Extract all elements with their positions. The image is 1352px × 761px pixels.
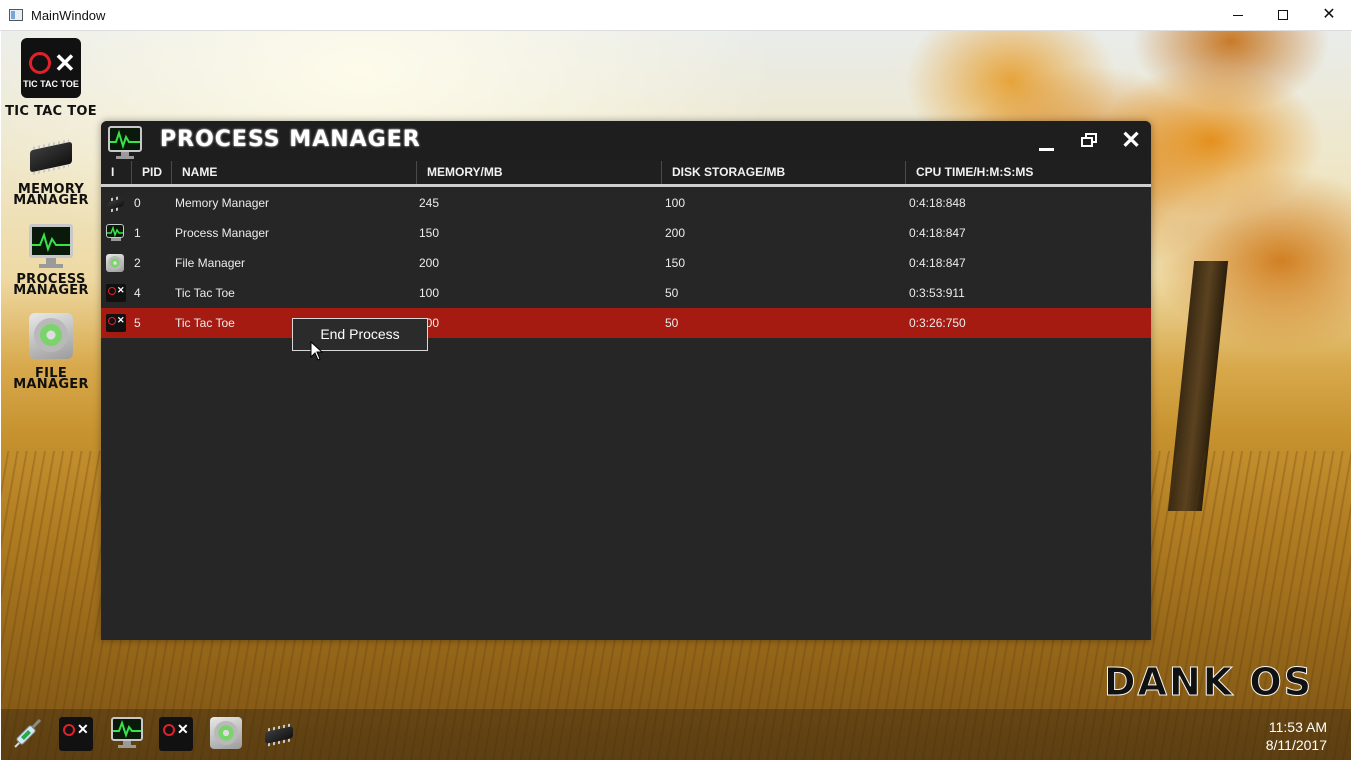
column-header-pid[interactable]: PID (132, 161, 172, 184)
hard-drive-icon (29, 313, 73, 359)
desktop-icon-process-manager[interactable]: Process Manager (1, 224, 101, 298)
table-row[interactable]: 1 Process Manager 150 200 0:4:18:847 (101, 218, 1151, 248)
tic-tac-toe-icon: ✕ (106, 284, 126, 302)
process-manager-header: PROCESS MANAGER ✕ (101, 121, 1151, 161)
desktop-icon-label: Tic Tac Toe (5, 104, 97, 119)
cell-name: Process Manager (175, 226, 270, 240)
cell-name: Memory Manager (175, 196, 270, 210)
desktop-icon-memory-manager[interactable]: Memory Manager (1, 140, 101, 208)
process-monitor-icon (108, 126, 144, 160)
cell-cpu-time: 0:4:18:847 (909, 226, 966, 240)
pm-close-button[interactable]: ✕ (1115, 127, 1147, 155)
cell-memory: 245 (419, 196, 440, 210)
maximize-icon (1278, 10, 1288, 21)
process-monitor-icon (106, 224, 126, 242)
tic-tac-toe-icon: ✕ TIC TAC TOE (21, 38, 81, 98)
desktop-icon-label: Manager (13, 193, 89, 208)
pm-restore-button[interactable] (1073, 127, 1105, 155)
cell-pid: 1 (134, 226, 141, 240)
process-manager-window: PROCESS MANAGER ✕ I PID NAME MEMORY/MB D… (101, 121, 1151, 640)
process-monitor-icon (29, 224, 73, 270)
desktop-icon-label: Manager (13, 377, 89, 392)
memory-chip-icon (106, 194, 126, 212)
window-close-button[interactable]: ✕ (1306, 0, 1352, 31)
cell-cpu-time: 0:4:18:848 (909, 196, 966, 210)
column-header-cpu-time[interactable]: CPU TIME/H:M:S:MS (906, 161, 1151, 184)
cell-pid: 5 (134, 316, 141, 330)
app-window-icon (9, 9, 23, 21)
cell-cpu-time: 0:3:53:911 (909, 286, 965, 300)
process-manager-title: PROCESS MANAGER (160, 127, 421, 152)
cell-name: File Manager (175, 256, 246, 270)
cell-memory: 150 (419, 226, 440, 240)
minimize-icon (1233, 14, 1243, 16)
os-brand-logo: DANK OS (1103, 660, 1314, 705)
cell-cpu-time: 0:4:18:847 (909, 256, 966, 270)
cell-name: Tic Tac Toe (175, 316, 235, 330)
memory-chip-icon[interactable] (261, 717, 297, 751)
cell-memory: 100 (419, 286, 440, 300)
table-row[interactable]: 2 File Manager 200 150 0:4:18:847 (101, 248, 1151, 278)
mouse-cursor-icon (310, 341, 324, 361)
syringe-icon[interactable] (9, 717, 45, 751)
clock-time: 11:53 AM (1268, 719, 1327, 735)
process-table-header: I PID NAME MEMORY/MB DISK STORAGE/MB CPU… (101, 161, 1151, 187)
cell-disk: 150 (665, 256, 686, 270)
column-header-icon[interactable]: I (101, 161, 132, 184)
table-row-selected[interactable]: ✕ 5 Tic Tac Toe 100 50 0:3:26:750 (101, 308, 1151, 338)
cell-cpu-time: 0:3:26:750 (909, 316, 966, 330)
window-title: MainWindow (31, 8, 106, 23)
desktop-icon-label: Manager (13, 283, 89, 298)
cell-disk: 50 (665, 316, 679, 330)
hard-drive-icon[interactable] (210, 717, 242, 749)
clock-date: 8/11/2017 (1265, 737, 1327, 753)
table-row[interactable]: 0 Memory Manager 245 100 0:4:18:848 (101, 188, 1151, 218)
column-header-disk[interactable]: DISK STORAGE/MB (662, 161, 906, 184)
table-row[interactable]: ✕ 4 Tic Tac Toe 100 50 0:3:53:911 (101, 278, 1151, 308)
cell-disk: 100 (665, 196, 686, 210)
tic-tac-toe-icon[interactable]: ✕ (59, 717, 93, 751)
column-header-memory[interactable]: MEMORY/MB (417, 161, 662, 184)
window-titlebar: MainWindow ✕ (0, 0, 1352, 31)
window-maximize-button[interactable] (1260, 0, 1306, 31)
cell-disk: 50 (665, 286, 679, 300)
tic-tac-toe-icon: ✕ (106, 314, 126, 332)
cell-pid: 4 (134, 286, 141, 300)
cell-memory: 200 (419, 256, 440, 270)
memory-chip-icon (30, 141, 72, 173)
cell-pid: 0 (134, 196, 141, 210)
process-monitor-icon[interactable] (111, 717, 147, 751)
hard-drive-icon (106, 254, 124, 272)
column-header-name[interactable]: NAME (172, 161, 417, 184)
window-minimize-button[interactable] (1215, 0, 1261, 31)
desktop-icon-tic-tac-toe[interactable]: ✕ TIC TAC TOE Tic Tac Toe (1, 38, 101, 119)
taskbar: ✕ ✕ 11:53 AM 8/11/2017 (1, 709, 1351, 760)
pm-minimize-button[interactable] (1030, 127, 1062, 155)
taskbar-clock[interactable]: 11:53 AM 8/11/2017 (1266, 718, 1327, 754)
cell-name: Tic Tac Toe (175, 286, 235, 300)
cell-disk: 200 (665, 226, 686, 240)
desktop-icon-file-manager[interactable]: File Manager (1, 313, 101, 392)
cell-pid: 2 (134, 256, 141, 270)
minimize-icon (1039, 148, 1054, 151)
tic-tac-toe-icon[interactable]: ✕ (159, 717, 193, 751)
